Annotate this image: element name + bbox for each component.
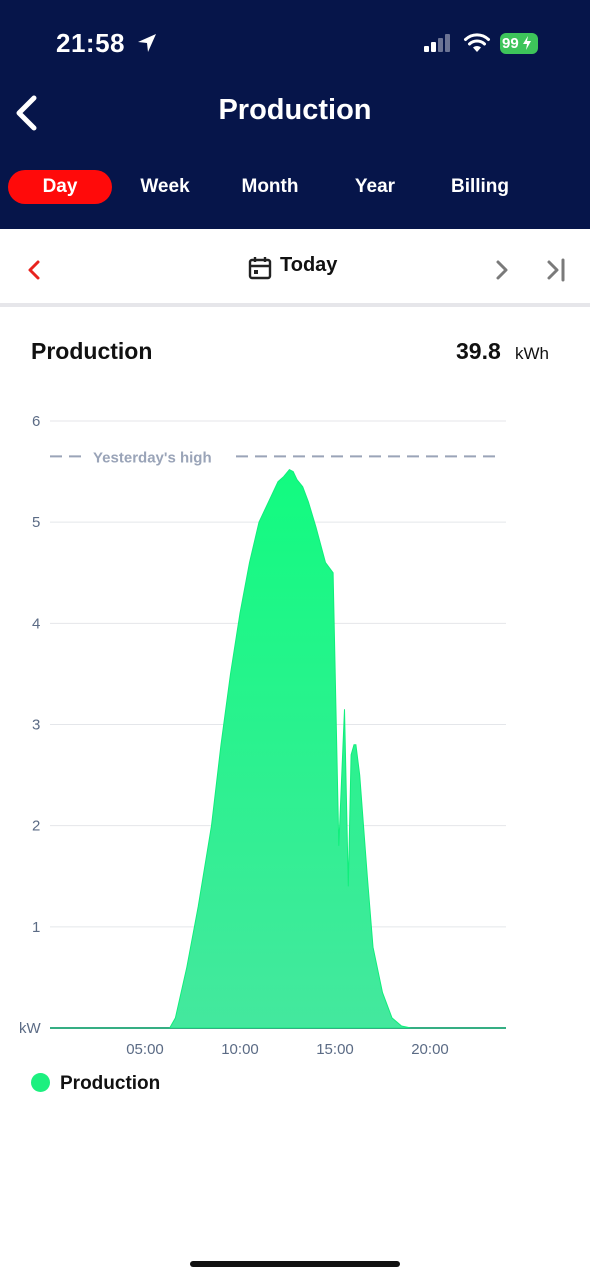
series-area-production <box>50 468 506 1029</box>
x-tick-label: 10:00 <box>221 1041 259 1058</box>
charging-bolt-icon <box>522 36 531 50</box>
battery-indicator: 99 <box>500 33 538 54</box>
reference-line-label: Yesterday's high <box>93 449 212 466</box>
home-indicator <box>190 1261 400 1267</box>
wifi-icon <box>464 33 490 52</box>
tab-month[interactable]: Month <box>224 170 316 204</box>
next-day-button[interactable] <box>490 256 514 284</box>
tab-billing[interactable]: Billing <box>434 170 526 204</box>
x-tick-label: 20:00 <box>411 1041 449 1058</box>
period-tabs: Day Week Month Year Billing <box>0 170 590 206</box>
y-tick-label: 1 <box>32 919 40 936</box>
tab-year[interactable]: Year <box>338 170 412 204</box>
production-chart: Yesterday's high 1 2 3 4 5 6 kW 05:00 10:00 15:00… <box>19 413 506 1058</box>
cellular-signal-icon <box>424 34 450 52</box>
date-label[interactable]: Today <box>280 254 337 277</box>
app-header: 21:58 99 Production Day Week Month Year … <box>0 0 590 229</box>
x-tick-label: 05:00 <box>126 1041 164 1058</box>
jump-to-latest-button[interactable] <box>542 256 570 284</box>
x-tick-label: 15:00 <box>316 1041 354 1058</box>
legend-label[interactable]: Production <box>60 1073 160 1095</box>
page-title: Production <box>218 94 372 126</box>
total-production-value: 39.8 <box>456 338 501 364</box>
total-production-unit: kWh <box>515 344 549 363</box>
calendar-icon[interactable] <box>248 256 272 280</box>
y-tick-label: 2 <box>32 818 40 835</box>
status-time: 21:58 <box>56 28 125 58</box>
summary-label: Production <box>31 338 153 364</box>
divider <box>0 303 590 307</box>
battery-level: 99 <box>502 35 519 52</box>
y-tick-label: 5 <box>32 514 40 531</box>
previous-day-button[interactable] <box>22 256 46 284</box>
y-axis-unit: kW <box>19 1020 42 1037</box>
y-tick-label: 6 <box>32 413 40 430</box>
tab-day[interactable]: Day <box>8 170 112 204</box>
legend-marker <box>31 1073 50 1092</box>
y-tick-label: 4 <box>32 615 40 632</box>
y-tick-label: 3 <box>32 717 40 734</box>
location-arrow-icon <box>138 34 156 52</box>
tab-week[interactable]: Week <box>122 170 208 204</box>
